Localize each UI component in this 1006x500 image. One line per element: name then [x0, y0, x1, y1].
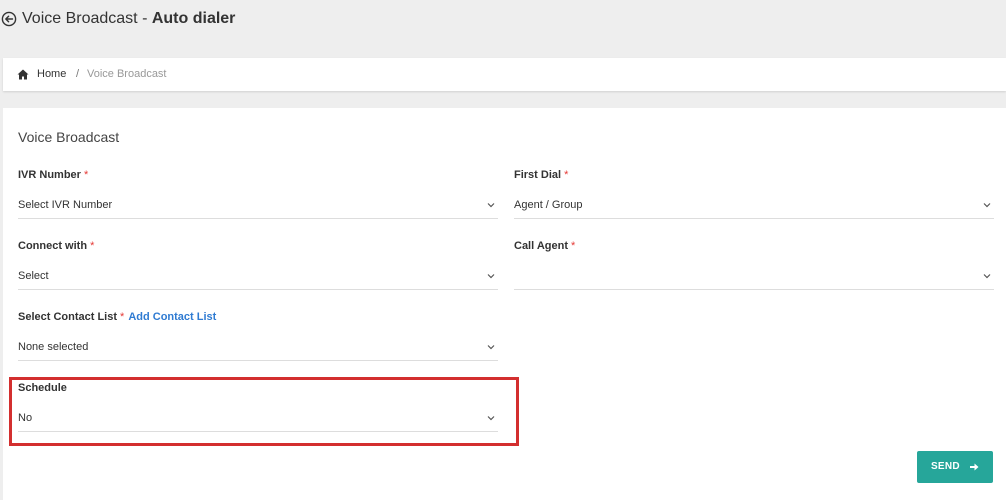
- ivr-number-value: Select IVR Number: [18, 199, 113, 211]
- chevron-down-icon: [983, 203, 991, 208]
- schedule-highlight-box: [9, 377, 519, 446]
- voice-broadcast-panel: Voice Broadcast IVR Number * Select IVR N…: [3, 108, 1006, 500]
- ivr-number-label: IVR Number *: [18, 169, 88, 181]
- send-button[interactable]: SEND: [917, 451, 993, 483]
- contact-list-value: None selected: [18, 341, 89, 353]
- panel-title: Voice Broadcast: [18, 129, 120, 145]
- page-title: Voice Broadcast - Auto dialer: [22, 9, 235, 29]
- first-dial-select[interactable]: Agent / Group: [514, 192, 994, 219]
- page-header: Voice Broadcast - Auto dialer: [0, 0, 1006, 56]
- required-marker: *: [90, 240, 95, 252]
- call-agent-label: Call Agent *: [514, 240, 575, 252]
- page-title-main: Voice Broadcast -: [22, 10, 152, 27]
- connect-with-select[interactable]: Select: [18, 263, 498, 290]
- first-dial-label-text: First Dial: [514, 169, 562, 181]
- breadcrumb-home-link[interactable]: Home: [37, 58, 66, 91]
- send-button-label: SEND: [930, 461, 960, 473]
- call-agent-select[interactable]: [514, 263, 994, 290]
- connect-with-value: Select: [18, 270, 49, 282]
- contact-list-select[interactable]: None selected: [18, 334, 498, 361]
- call-agent-label-text: Call Agent: [514, 240, 568, 252]
- connect-with-label-text: Connect with: [18, 240, 88, 252]
- required-marker: *: [571, 240, 576, 252]
- contact-list-label-text: Select Contact List: [18, 311, 118, 323]
- required-marker: *: [564, 169, 569, 181]
- breadcrumb-current: Voice Broadcast: [87, 68, 167, 80]
- ivr-number-label-text: IVR Number: [18, 169, 81, 181]
- chevron-down-icon: [983, 274, 991, 279]
- chevron-down-icon: [487, 203, 495, 208]
- arrow-right-icon: [970, 463, 979, 471]
- required-marker: *: [120, 311, 125, 323]
- breadcrumb-separator: /: [76, 68, 80, 80]
- contact-list-label: Select Contact List * Add Contact List: [18, 311, 216, 323]
- ivr-number-select[interactable]: Select IVR Number: [18, 192, 498, 219]
- connect-with-label: Connect with *: [18, 240, 94, 252]
- required-marker: *: [83, 169, 89, 181]
- add-contact-list-link[interactable]: Add Contact List: [128, 311, 216, 323]
- home-icon[interactable]: [17, 69, 29, 80]
- chevron-down-icon: [487, 345, 495, 350]
- back-arrow-icon[interactable]: [1, 11, 17, 27]
- first-dial-value: Agent / Group: [514, 199, 583, 211]
- chevron-down-icon: [487, 274, 495, 279]
- breadcrumb: Home / Voice Broadcast: [3, 58, 1006, 91]
- first-dial-label: First Dial *: [514, 169, 568, 181]
- page-title-bold: Auto dialer: [151, 10, 236, 27]
